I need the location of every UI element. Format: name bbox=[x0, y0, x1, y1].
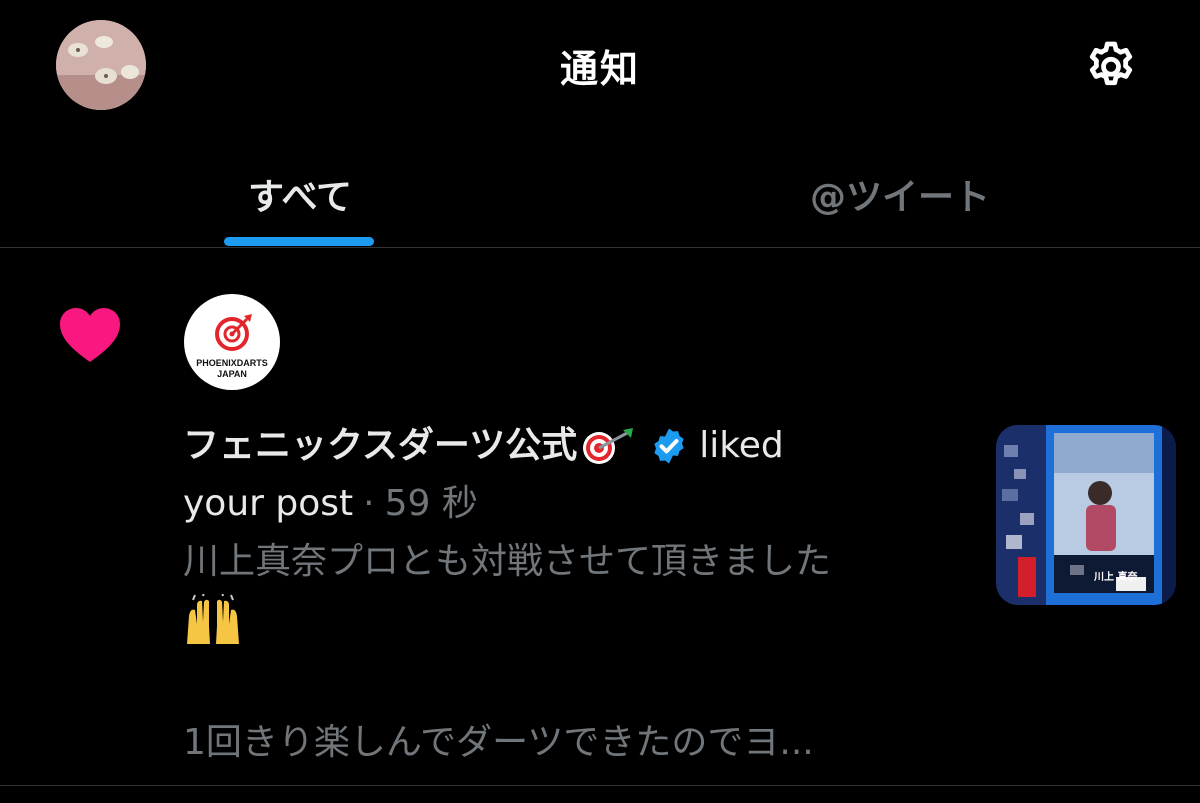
account-name[interactable]: フェニックスダーツ公式 bbox=[183, 417, 577, 475]
tab-mentions[interactable]: @ツイート bbox=[750, 140, 1050, 247]
timestamp: 59 秒 bbox=[384, 483, 478, 524]
verified-badge-icon bbox=[654, 428, 684, 464]
tab-all[interactable]: すべて bbox=[150, 140, 450, 247]
tweet-text-line2: 1回きり楽しんでダーツできたのでヨ... bbox=[183, 722, 814, 763]
action-text: liked bbox=[699, 425, 784, 466]
divider bbox=[0, 785, 1200, 786]
notification-item[interactable]: PHOENIXDARTS JAPAN フェニックスダーツ公式 liked you… bbox=[0, 249, 1200, 803]
logo-text-line2: JAPAN bbox=[217, 369, 247, 379]
gear-icon bbox=[1089, 41, 1133, 86]
settings-button[interactable] bbox=[1078, 34, 1144, 100]
account-avatar[interactable]: PHOENIXDARTS JAPAN bbox=[184, 294, 280, 390]
separator-dot: · bbox=[363, 483, 375, 524]
thumbnail-image bbox=[996, 425, 1176, 605]
thumbnail-caption: 川上 真奈 bbox=[1094, 572, 1138, 583]
tab-bar: すべて @ツイート bbox=[0, 140, 1200, 248]
logo-text-line1: PHOENIXDARTS bbox=[196, 358, 268, 368]
raised-hands-icon bbox=[187, 594, 239, 644]
tweet-text-line1: 川上真奈プロとも対戦させて頂きました bbox=[183, 541, 832, 582]
action-text-continued: your post bbox=[183, 483, 354, 524]
tweet-media-thumbnail[interactable]: 川上 真奈 bbox=[996, 425, 1176, 605]
notifications-screen: 通知 すべて @ツイート PHOENIXDARTS JAPAN フェニックスダー… bbox=[0, 0, 1200, 803]
active-tab-indicator bbox=[224, 237, 374, 246]
dart-bullseye-icon bbox=[583, 428, 634, 464]
heart-icon bbox=[60, 308, 120, 362]
header: 通知 bbox=[0, 0, 1200, 130]
page-title: 通知 bbox=[559, 47, 640, 91]
notification-text: フェニックスダーツ公式 liked your post · 59 秒 川上真奈プ… bbox=[183, 417, 943, 649]
